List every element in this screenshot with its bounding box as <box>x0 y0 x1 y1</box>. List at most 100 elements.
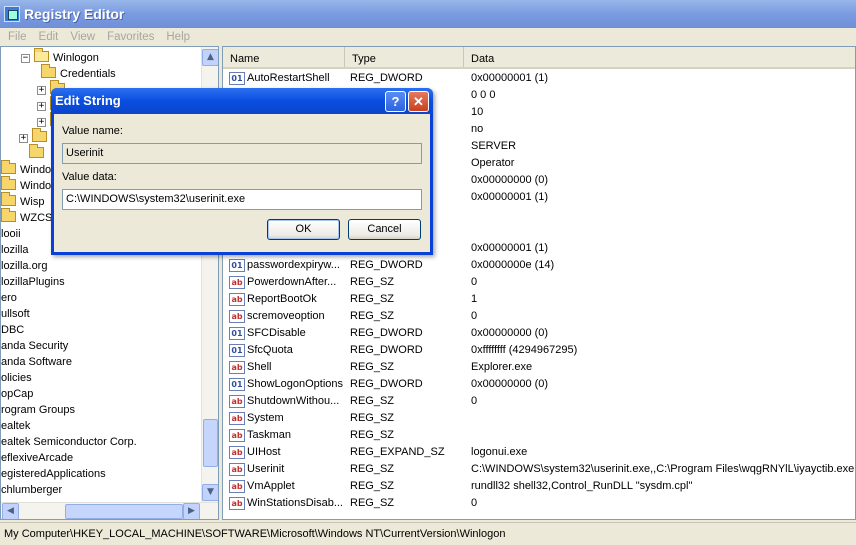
tree-item[interactable]: DBC <box>1 322 24 338</box>
tree-item[interactable]: anda Software <box>1 354 72 370</box>
dialog-title: Edit String <box>55 93 121 108</box>
column-header-type[interactable]: Type <box>345 47 464 67</box>
menu-favorites[interactable]: Favorites <box>101 31 160 43</box>
cell-type: REG_SZ <box>350 412 395 424</box>
tree-item[interactable]: lozillaPlugins <box>1 274 65 290</box>
menu-help[interactable]: Help <box>160 31 196 43</box>
table-row[interactable]: ab ShutdownWithou... REG_SZ 0 <box>223 393 855 410</box>
scroll-right-arrow-icon[interactable]: ▶ <box>183 503 200 519</box>
tree-item[interactable]: chlumberger <box>1 482 62 498</box>
string-value-icon: ab <box>229 293 245 306</box>
folder-icon <box>1 176 16 190</box>
tree-item[interactable]: opCap <box>1 386 33 402</box>
tree-item[interactable]: egisteredApplications <box>1 466 106 482</box>
folder-icon <box>32 128 47 142</box>
tree-item[interactable]: − Winlogon <box>21 48 99 66</box>
tree-item-label: ealtek Semiconductor Corp. <box>1 436 137 448</box>
scroll-up-arrow-icon[interactable]: ▲ <box>202 49 218 66</box>
value-data-field[interactable]: C:\WINDOWS\system32\userinit.exe <box>62 189 422 210</box>
table-row[interactable]: 01 ShowLogonOptions REG_DWORD 0x00000000 (0… <box>223 376 855 393</box>
dialog-title-bar[interactable]: Edit String ? ✕ <box>51 88 433 114</box>
tree-item-label: lozilla <box>1 244 29 256</box>
table-row[interactable]: ab System REG_SZ <box>223 410 855 427</box>
table-row[interactable]: ab ReportBootOk REG_SZ 1 <box>223 291 855 308</box>
table-row[interactable]: ab scremoveoption REG_SZ 0 <box>223 308 855 325</box>
tree-horizontal-scrollbar[interactable]: ◀ ▶ <box>1 502 218 519</box>
cell-data: Explorer.exe <box>471 361 533 373</box>
cell-name: WinStationsDisab... <box>247 497 343 509</box>
cell-name: SFCDisable <box>247 327 306 339</box>
close-icon[interactable]: ✕ <box>408 91 429 112</box>
scroll-down-arrow-icon[interactable]: ▼ <box>202 484 218 501</box>
table-row[interactable]: 01 SFCDisable REG_DWORD 0x00000000 (0) <box>223 325 855 342</box>
table-row[interactable]: ab Userinit REG_SZ C:\WINDOWS\system32\user… <box>223 461 855 478</box>
tree-item[interactable]: anda Security <box>1 338 68 354</box>
cell-type: REG_SZ <box>350 429 395 441</box>
scroll-left-arrow-icon[interactable]: ◀ <box>2 503 19 519</box>
binary-value-icon: 01 <box>229 72 245 85</box>
menu-view[interactable]: View <box>64 31 101 43</box>
folder-icon <box>1 160 16 174</box>
collapse-icon[interactable]: − <box>21 54 30 63</box>
table-row[interactable]: 01 AutoRestartShell REG_DWORD 0x00000001 (1… <box>223 70 855 87</box>
expand-icon[interactable]: + <box>37 86 46 95</box>
table-row[interactable]: ab VmApplet REG_SZ rundll32 shell32,Control… <box>223 478 855 495</box>
folder-open-icon <box>34 48 49 62</box>
cell-type: REG_SZ <box>350 293 395 305</box>
cell-data: logonui.exe <box>471 446 528 458</box>
tree-item[interactable]: lozilla.org <box>1 258 47 274</box>
column-header-data[interactable]: Data <box>464 47 855 67</box>
table-row[interactable]: ab Taskman REG_SZ <box>223 427 855 444</box>
cell-name: UIHost <box>247 446 281 458</box>
help-icon[interactable]: ? <box>385 91 406 112</box>
dialog-body: Value name: Userinit Value data: C:\WIND… <box>54 114 430 252</box>
cancel-button[interactable]: Cancel <box>348 219 421 240</box>
table-row[interactable]: ab Shell REG_SZ Explorer.exe <box>223 359 855 376</box>
menu-edit[interactable]: Edit <box>33 31 65 43</box>
column-header-name[interactable]: Name <box>223 47 345 67</box>
table-row[interactable]: ab WinStationsDisab... REG_SZ 0 <box>223 495 855 512</box>
cell-name: VmApplet <box>247 480 295 492</box>
cell-type: REG_SZ <box>350 276 395 288</box>
tree-item[interactable] <box>29 144 48 162</box>
cell-data: 0x00000001 (1) <box>471 191 549 203</box>
menu-file[interactable]: File <box>2 31 33 43</box>
tree-scroll-thumb-horizontal[interactable] <box>65 504 183 519</box>
expand-icon[interactable]: + <box>37 118 46 127</box>
cell-name: passwordexpiryw... <box>247 259 340 271</box>
tree-item-label: egisteredApplications <box>1 468 106 480</box>
tree-item-label: ullsoft <box>1 308 30 320</box>
cell-name: Taskman <box>247 429 292 441</box>
tree-item[interactable]: ullsoft <box>1 306 30 322</box>
expand-icon[interactable]: + <box>37 102 46 111</box>
list-header: Name Type Data <box>223 47 855 69</box>
cell-type: REG_SZ <box>350 361 395 373</box>
string-value-icon: ab <box>229 361 245 374</box>
table-row[interactable]: 01 passwordexpiryw... REG_DWORD 0x0000000e … <box>223 257 855 274</box>
tree-item-label: eflexiveArcade <box>1 452 74 464</box>
tree-item-label: looii <box>1 228 21 240</box>
ok-button[interactable]: OK <box>267 219 340 240</box>
tree-item[interactable]: eflexiveArcade <box>1 450 73 466</box>
expand-icon[interactable]: + <box>19 134 28 143</box>
tree-item[interactable]: ealtek Semiconductor Corp. <box>1 434 137 450</box>
cell-name: ShutdownWithou... <box>247 395 340 407</box>
tree-scroll-thumb-vertical[interactable] <box>203 419 218 467</box>
tree-item-label: opCap <box>1 388 34 400</box>
table-row[interactable]: 01 SfcQuota REG_DWORD 0xffffffff (429496729… <box>223 342 855 359</box>
cell-data: C:\WINDOWS\system32\userinit.exe,,C:\Pro… <box>471 463 855 475</box>
tree-item[interactable]: lozilla <box>1 242 29 258</box>
tree-item[interactable]: ero <box>1 290 17 306</box>
table-row[interactable]: ab UIHost REG_EXPAND_SZ logonui.exe <box>223 444 855 461</box>
cell-data: 0 <box>471 276 478 288</box>
cell-data: no <box>471 123 484 135</box>
tree-item[interactable]: olicies <box>1 370 32 386</box>
cell-name: scremoveoption <box>247 310 325 322</box>
tree-item[interactable]: looii <box>1 226 21 242</box>
table-row[interactable]: ab PowerdownAfter... REG_SZ 0 <box>223 274 855 291</box>
string-value-icon: ab <box>229 446 245 459</box>
tree-item[interactable]: rogram Groups <box>1 402 75 418</box>
tree-item-label: Credentials <box>60 68 116 80</box>
tree-item[interactable]: ealtek <box>1 418 30 434</box>
tree-item-label: Wisp <box>20 196 45 208</box>
